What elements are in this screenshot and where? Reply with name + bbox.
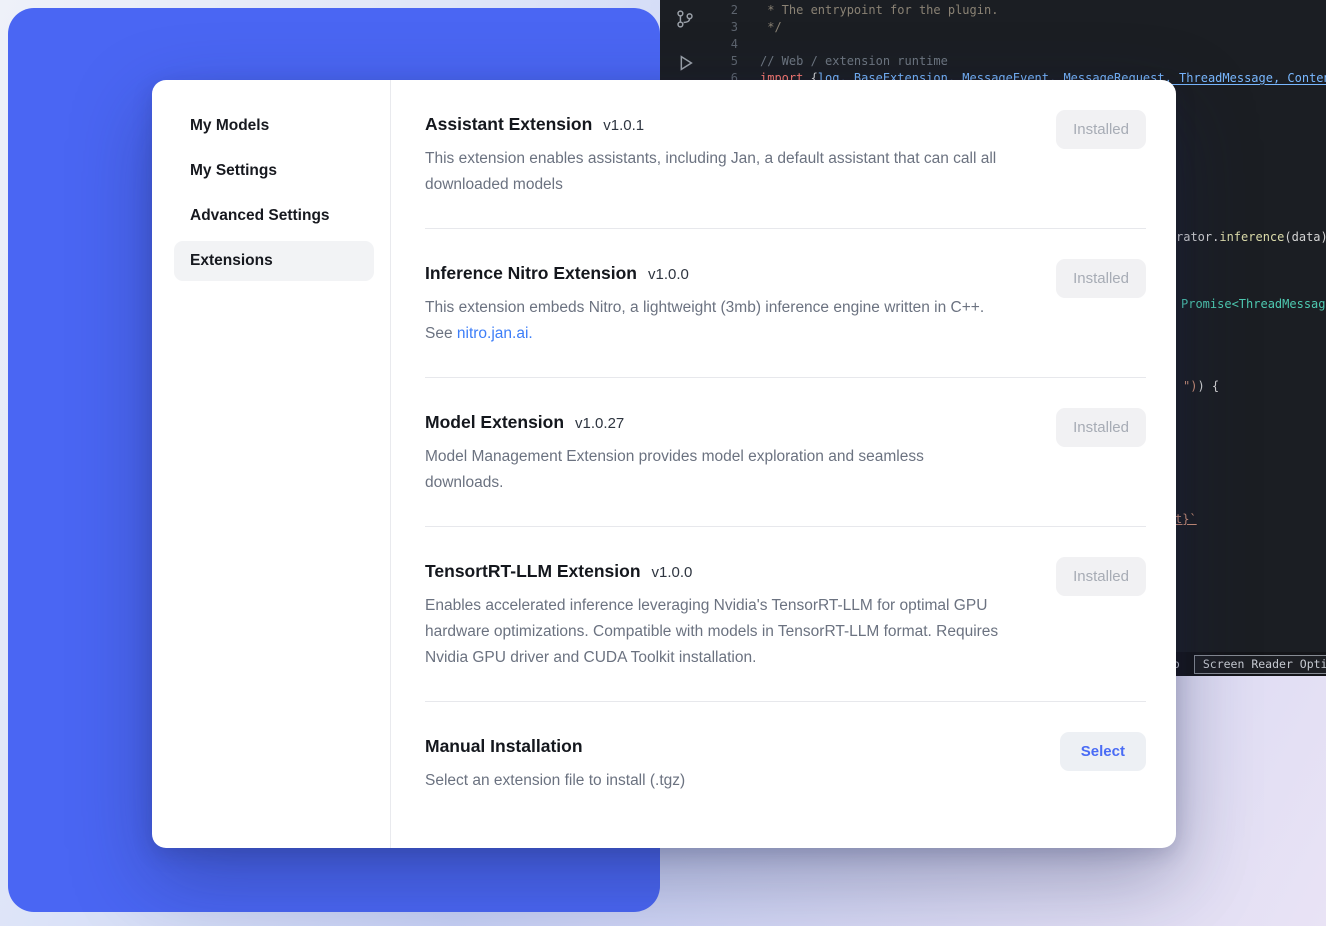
code-block: 2 * The entrypoint for the plugin. 3 */ … bbox=[660, 2, 1326, 87]
sidebar-item-my-models[interactable]: My Models bbox=[174, 106, 374, 146]
code-line: 3 */ bbox=[660, 19, 1326, 36]
code-text bbox=[738, 36, 760, 53]
desktop: 2 * The entrypoint for the plugin. 3 */ … bbox=[0, 0, 1326, 926]
extension-description: Model Management Extension provides mode… bbox=[425, 444, 1003, 496]
extension-title: Model Extension bbox=[425, 408, 564, 436]
extension-tensorrt-llm: TensortRT-LLM Extension v1.0.0 Enables a… bbox=[425, 527, 1146, 702]
code-line: 2 * The entrypoint for the plugin. bbox=[660, 2, 1326, 19]
code-line: 4 bbox=[660, 36, 1326, 53]
extensions-list: Assistant Extension v1.0.1 This extensio… bbox=[391, 80, 1176, 848]
line-number: 4 bbox=[660, 36, 738, 53]
code-fragment: ")) { bbox=[1183, 378, 1219, 394]
manual-installation: Manual Installation Select an extension … bbox=[425, 702, 1146, 824]
code-text: * The entrypoint for the plugin. bbox=[738, 2, 998, 19]
manual-installation-title: Manual Installation bbox=[425, 732, 583, 760]
installed-button[interactable]: Installed bbox=[1056, 259, 1146, 298]
code-text: */ bbox=[738, 19, 782, 36]
screen-reader-optimized-badge[interactable]: Screen Reader Optimize bbox=[1194, 655, 1326, 674]
code-fragment: Promise<ThreadMessage> bbox=[1181, 296, 1326, 312]
sidebar-item-advanced-settings[interactable]: Advanced Settings bbox=[174, 196, 374, 236]
extension-version: v1.0.0 bbox=[648, 266, 689, 283]
extension-version: v1.0.27 bbox=[575, 415, 624, 432]
line-number: 3 bbox=[660, 19, 738, 36]
extension-title: Inference Nitro Extension bbox=[425, 259, 637, 287]
line-number: 5 bbox=[660, 53, 738, 70]
extension-description: Enables accelerated inference leveraging… bbox=[425, 593, 1003, 671]
installed-button[interactable]: Installed bbox=[1056, 408, 1146, 447]
extension-model: Model Extension v1.0.27 Model Management… bbox=[425, 378, 1146, 527]
extension-title: TensortRT-LLM Extension bbox=[425, 557, 641, 585]
sidebar-item-extensions[interactable]: Extensions bbox=[174, 241, 374, 281]
settings-sidebar: My Models My Settings Advanced Settings … bbox=[152, 80, 391, 848]
extension-version: v1.0.0 bbox=[652, 564, 693, 581]
extension-description: This extension embeds Nitro, a lightweig… bbox=[425, 295, 1003, 347]
nitro-jan-ai-link[interactable]: nitro.jan.ai. bbox=[457, 325, 533, 342]
extension-title: Assistant Extension bbox=[425, 110, 592, 138]
installed-button[interactable]: Installed bbox=[1056, 557, 1146, 596]
extension-description: This extension enables assistants, inclu… bbox=[425, 146, 1003, 198]
code-line: 5// Web / extension runtime bbox=[660, 53, 1326, 70]
select-file-button[interactable]: Select bbox=[1060, 732, 1146, 771]
line-number: 2 bbox=[660, 2, 738, 19]
code-fragment: t}` bbox=[1175, 511, 1197, 527]
extension-inference-nitro: Inference Nitro Extension v1.0.0 This ex… bbox=[425, 229, 1146, 378]
manual-installation-description: Select an extension file to install (.tg… bbox=[425, 768, 1003, 794]
sidebar-item-my-settings[interactable]: My Settings bbox=[174, 151, 374, 191]
extension-version: v1.0.1 bbox=[603, 117, 644, 134]
code-text: // Web / extension runtime bbox=[738, 53, 948, 70]
extension-assistant: Assistant Extension v1.0.1 This extensio… bbox=[425, 80, 1146, 229]
settings-modal: My Models My Settings Advanced Settings … bbox=[152, 80, 1176, 848]
installed-button[interactable]: Installed bbox=[1056, 110, 1146, 149]
code-fragment: rator.inference(data)); bbox=[1176, 229, 1326, 245]
